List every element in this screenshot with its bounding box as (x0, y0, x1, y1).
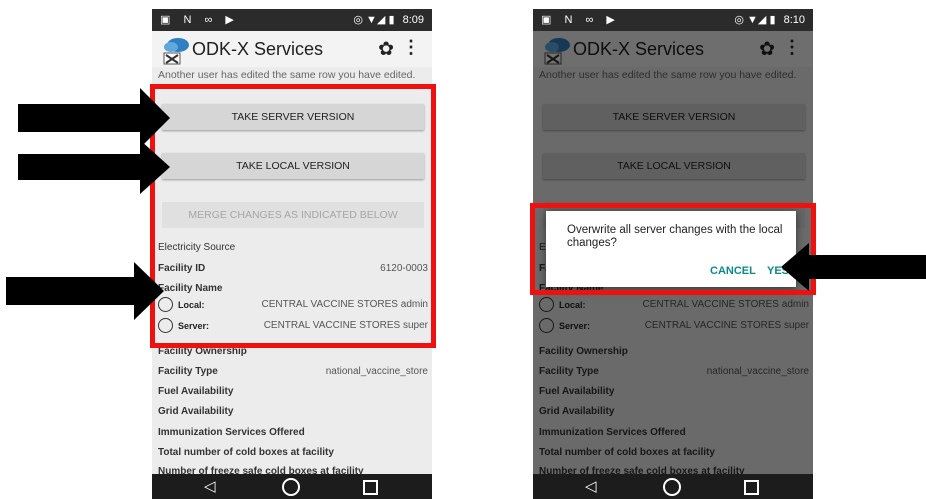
arrow-left-icon (781, 243, 926, 291)
arrow-right-icon (18, 88, 170, 148)
highlight-box-conflict-options (150, 84, 436, 348)
highlight-box-dialog (530, 203, 816, 295)
app-title: ODK-X Services (192, 39, 324, 59)
odk-x-logo-icon (163, 38, 189, 65)
back-icon[interactable]: ◁ (204, 477, 216, 495)
gear-icon[interactable]: ✿ (378, 38, 394, 61)
status-system-icons: ◎ ▼◢ ▮ 8:10 (729, 13, 805, 26)
field-label: Total number of cold boxes at facility (158, 447, 334, 458)
status-notification-icons: ▣ N ∞ ▶ (541, 14, 620, 26)
field-label: Grid Availability (158, 406, 234, 417)
navigation-bar: ◁ (533, 474, 813, 499)
status-bar: ▣ N ∞ ▶ ◎ ▼◢ ▮ 8:09 (152, 9, 432, 31)
home-icon[interactable] (663, 478, 681, 496)
status-system-icons: ◎ ▼◢ ▮ 8:09 (348, 13, 424, 26)
field-label: Fuel Availability (158, 386, 234, 397)
field-label: Facility Type (158, 366, 218, 377)
arrow-right-icon (6, 262, 164, 320)
status-icons: ◎ ▼◢ ▮ (353, 14, 395, 26)
overflow-menu-icon[interactable]: ⋮ (402, 37, 420, 58)
navigation-bar: ◁ (152, 474, 432, 499)
status-time: 8:09 (402, 14, 424, 26)
conflict-message: Another user has edited the same row you… (158, 69, 416, 81)
recent-apps-icon[interactable] (744, 480, 759, 495)
status-notification-icons: ▣ N ∞ ▶ (160, 14, 239, 26)
status-time: 8:10 (783, 14, 805, 26)
field-value: national_vaccine_store (325, 366, 428, 377)
arrow-right-icon (18, 140, 170, 194)
back-icon[interactable]: ◁ (585, 477, 597, 495)
status-bar: ▣ N ∞ ▶ ◎ ▼◢ ▮ 8:10 (533, 9, 813, 31)
field-label: Immunization Services Offered (158, 427, 305, 438)
home-icon[interactable] (282, 478, 300, 496)
recent-apps-icon[interactable] (363, 480, 378, 495)
status-icons: ◎ ▼◢ ▮ (734, 14, 776, 26)
app-bar: ODK-X Services ✿ ⋮ (152, 31, 432, 67)
